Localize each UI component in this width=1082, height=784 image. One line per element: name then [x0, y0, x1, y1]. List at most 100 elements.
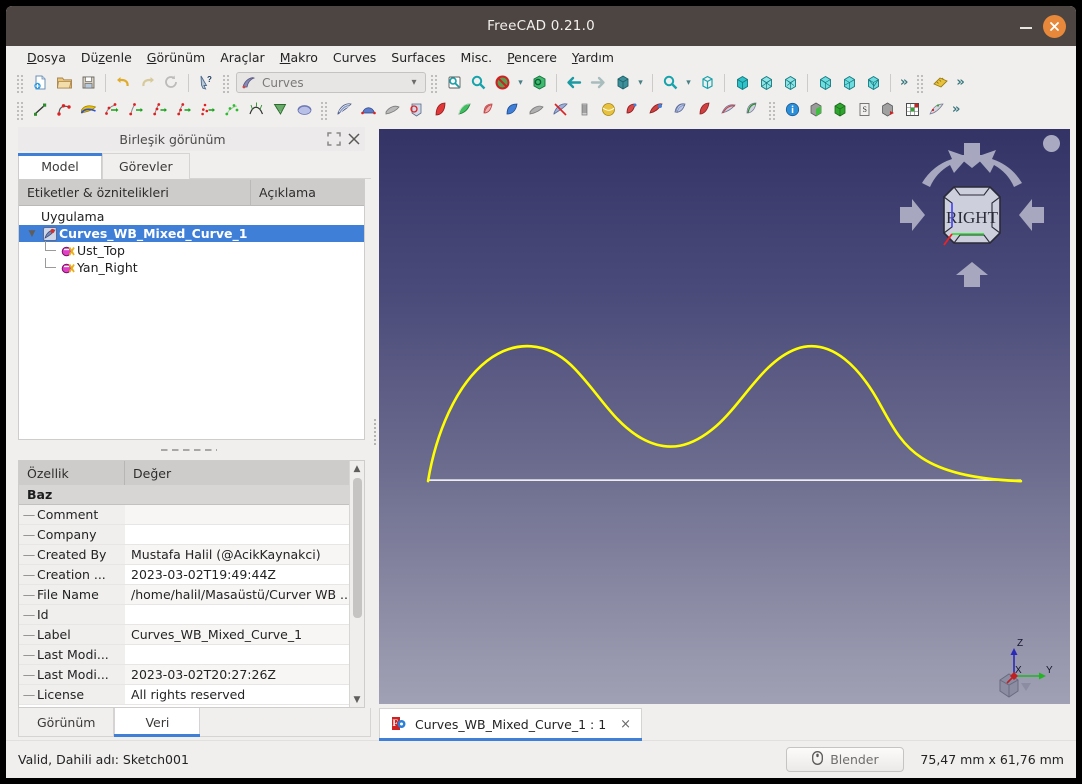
property-row-last-modified-by[interactable]: — Last Modi... — [19, 645, 349, 665]
curve-on-surface-icon[interactable] — [500, 98, 524, 121]
scrollbar-thumb[interactable] — [352, 478, 362, 618]
document-tab[interactable]: F Curves_WB_Mixed_Curve_1 : 1 × — [379, 708, 643, 741]
property-value[interactable]: /home/halil/Masaüstü/Curver WB ... — [125, 585, 349, 604]
tree-item-ust-top[interactable]: Ust_Top — [19, 241, 364, 259]
menu-araclar[interactable]: Araçlar — [213, 48, 272, 67]
property-row-file-name[interactable]: — File Name /home/halil/Masaüstü/Curver W… — [19, 585, 349, 605]
info-icon[interactable] — [780, 98, 804, 121]
expand-icon[interactable] — [327, 132, 341, 146]
tab-veri[interactable]: Veri — [114, 708, 201, 737]
toolbar-handle[interactable] — [16, 99, 24, 120]
property-row-created-by[interactable]: — Created By Mustafa Halil (@AcikKaynakci… — [19, 545, 349, 565]
toolbar-overflow-button-2[interactable]: » — [952, 75, 968, 90]
toolbar-handle[interactable] — [222, 72, 230, 93]
paste-icon[interactable] — [620, 98, 644, 121]
property-value[interactable]: All rights reserved — [125, 685, 349, 704]
undo-icon[interactable] — [111, 71, 135, 94]
property-row-license[interactable]: — License All rights reserved — [19, 685, 349, 705]
flatten-face-icon[interactable] — [380, 98, 404, 121]
green-cube-icon[interactable] — [828, 98, 852, 121]
std-views-icon[interactable] — [695, 71, 719, 94]
close-icon[interactable] — [347, 132, 361, 146]
navigation-style-button[interactable]: Blender — [786, 747, 905, 772]
workbench-selector[interactable]: Curves ▾ — [236, 72, 426, 93]
fit-selection-icon[interactable] — [466, 71, 490, 94]
bspline-icon[interactable] — [52, 98, 76, 121]
menu-makro[interactable]: Makro — [273, 48, 325, 67]
3d-viewport[interactable]: RIGHT Z Y X — [379, 129, 1070, 704]
chevron-down-icon[interactable]: ▾ — [407, 77, 421, 88]
property-row-company[interactable]: — Company — [19, 525, 349, 545]
toolbar-handle[interactable] — [916, 72, 925, 93]
projection-curve-icon[interactable] — [740, 98, 764, 121]
tree-item-yan-right[interactable]: Yan_Right — [19, 258, 364, 276]
menu-curves[interactable]: Curves — [326, 48, 383, 67]
tab-model[interactable]: Model — [18, 153, 102, 179]
pipeshell-icon[interactable] — [356, 98, 380, 121]
blend-curve-icon[interactable] — [220, 98, 244, 121]
property-row-id[interactable]: — Id — [19, 605, 349, 625]
trim-face-icon[interactable] — [268, 98, 292, 121]
approximate-icon[interactable] — [172, 98, 196, 121]
toolbar-handle[interactable] — [320, 99, 328, 120]
draw-style-icon[interactable] — [490, 71, 514, 94]
mixed-curve-path[interactable] — [426, 344, 1023, 483]
blend-surface-icon[interactable] — [524, 98, 548, 121]
box-element-icon[interactable] — [804, 98, 828, 121]
new-document-icon[interactable] — [28, 71, 52, 94]
scroll-up-icon[interactable]: ▲ — [350, 461, 365, 476]
isocurve-icon[interactable] — [332, 98, 356, 121]
minimize-button[interactable] — [1019, 19, 1033, 33]
isometric-view-icon[interactable] — [610, 71, 634, 94]
panel-splitter-vertical[interactable] — [371, 123, 379, 740]
property-row-comment[interactable]: — Comment — [19, 505, 349, 525]
left-view-icon[interactable] — [861, 71, 885, 94]
solid-from-shell-icon[interactable] — [668, 98, 692, 121]
property-row-last-modified-date[interactable]: — Last Modi... 2023-03-02T20:27:26Z — [19, 665, 349, 685]
toolbar-overflow-button-3[interactable]: » — [948, 102, 964, 117]
nav-home-dot-icon[interactable] — [1043, 135, 1060, 152]
property-scrollbar[interactable]: ▲ ▼ — [349, 461, 364, 707]
sketch-clipboard-icon[interactable]: S — [852, 98, 876, 121]
close-button[interactable] — [1043, 14, 1066, 38]
property-value[interactable]: Curves_WB_Mixed_Curve_1 — [125, 625, 349, 644]
cube-arrow-icon[interactable] — [876, 98, 900, 121]
tab-gorevler[interactable]: Görevler — [102, 153, 190, 179]
multi-loft-icon[interactable] — [572, 98, 596, 121]
property-group-baz[interactable]: Baz — [19, 485, 349, 505]
open-document-icon[interactable] — [52, 71, 76, 94]
toolbar-overflow-button[interactable]: » — [896, 75, 912, 90]
property-value[interactable]: Mustafa Halil (@AcikKaynakci) — [125, 545, 349, 564]
toolbar-handle[interactable] — [768, 99, 776, 120]
extract-subshape-icon[interactable] — [476, 98, 500, 121]
close-icon[interactable]: × — [614, 717, 631, 732]
grid-icon[interactable] — [900, 98, 924, 121]
right-view-icon[interactable] — [778, 71, 802, 94]
hide-surface-icon[interactable] — [548, 98, 572, 121]
refresh-icon[interactable] — [159, 71, 183, 94]
menu-pencere[interactable]: Pencere — [500, 48, 564, 67]
toolbar-handle[interactable] — [16, 72, 24, 93]
back-view-icon[interactable] — [562, 71, 586, 94]
menu-duzenle[interactable]: Düzenle — [74, 48, 139, 67]
interpolate-icon[interactable] — [196, 98, 220, 121]
zebra-icon[interactable] — [692, 98, 716, 121]
menu-gorunum[interactable]: Görünüm — [140, 48, 212, 67]
save-document-icon[interactable] — [76, 71, 100, 94]
property-row-label[interactable]: — Label Curves_WB_Mixed_Curve_1 — [19, 625, 349, 645]
menu-surfaces[interactable]: Surfaces — [384, 48, 452, 67]
chevron-down-icon[interactable]: ▾ — [514, 78, 527, 88]
tree-item-mixed-curve[interactable]: ▼ Curves_WB_Mixed_Curve_1 — [19, 225, 364, 242]
mixed-curve-icon[interactable] — [716, 98, 740, 121]
property-value[interactable] — [125, 505, 349, 524]
reflect-lines-icon[interactable] — [644, 98, 668, 121]
sweep-surface-icon[interactable] — [292, 98, 316, 121]
top-view-icon[interactable] — [754, 71, 778, 94]
split-curve-icon[interactable] — [124, 98, 148, 121]
navigation-cube-graphic[interactable]: RIGHT — [892, 135, 1052, 295]
scrollbar-track[interactable] — [350, 476, 365, 692]
tab-gorunum[interactable]: Görünüm — [18, 708, 115, 737]
redo-icon[interactable] — [135, 71, 159, 94]
segment-surface-icon[interactable] — [404, 98, 428, 121]
property-value[interactable] — [125, 645, 349, 664]
